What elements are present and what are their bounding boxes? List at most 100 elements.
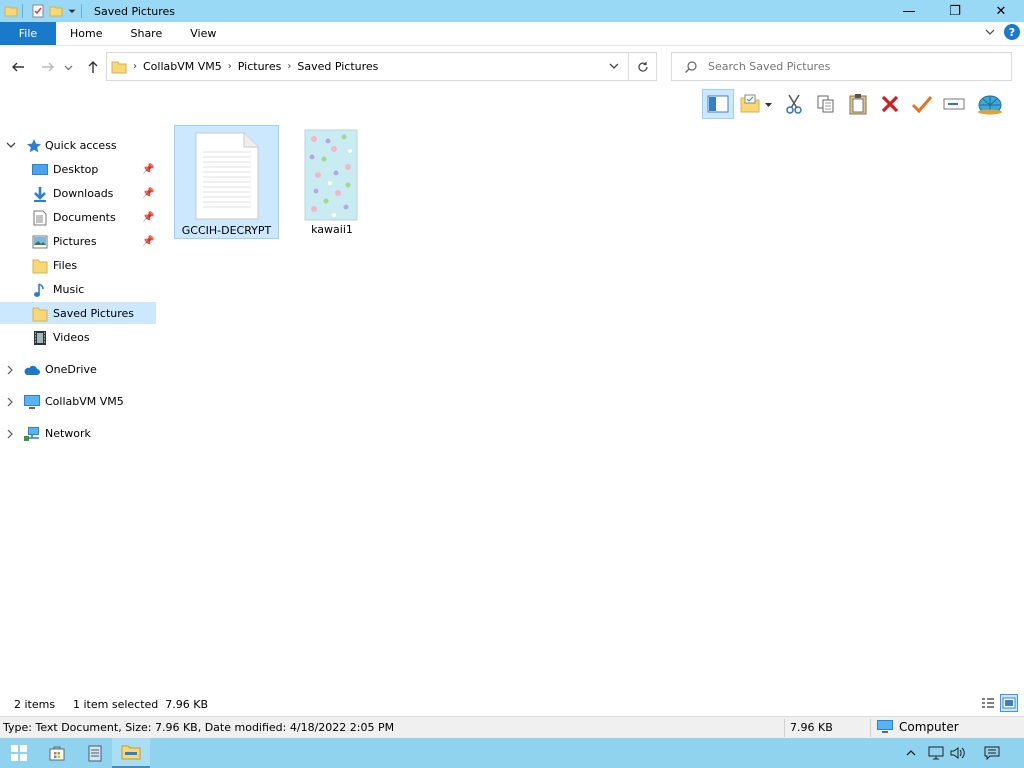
file-item[interactable]: GCCIH-DECRYPT: [174, 125, 279, 239]
selection-info: 1 item selected 7.96 KB: [73, 697, 209, 711]
delete-button[interactable]: [874, 89, 906, 119]
address-history-icon[interactable]: [608, 60, 620, 72]
new-folder-icon[interactable]: [49, 4, 63, 18]
nav-network[interactable]: Network: [0, 422, 156, 444]
arrow-left-icon: [12, 62, 24, 72]
breadcrumb-saved-pictures[interactable]: Saved Pictures: [297, 60, 378, 73]
chevron-down-icon: [6, 142, 16, 148]
folder-icon: [32, 307, 48, 322]
windows-logo-icon: [11, 745, 27, 761]
taskbar-notepad[interactable]: [76, 738, 114, 768]
details-bar: Type: Text Document, Size: 7.96 KB, Date…: [0, 716, 1024, 738]
forward-button[interactable]: [37, 56, 59, 78]
nav-documents[interactable]: Documents 📌: [0, 206, 156, 228]
nav-label: Network: [45, 426, 91, 440]
breadcrumb-separator: ›: [133, 61, 137, 72]
chevron-down-icon: [764, 102, 772, 107]
refresh-icon: [637, 61, 648, 72]
quick-access-toolbar: [0, 0, 86, 22]
tab-home[interactable]: Home: [56, 22, 116, 45]
check-button[interactable]: [906, 89, 938, 119]
breadcrumb-collabvm[interactable]: CollabVM VM5: [143, 60, 222, 73]
preview-pane-button[interactable]: [702, 89, 734, 119]
show-hidden-icons-button[interactable]: [904, 738, 918, 768]
nav-label: Downloads: [53, 186, 114, 200]
start-button[interactable]: [0, 738, 38, 768]
taskbar-store[interactable]: [38, 738, 76, 768]
new-folder-icon: [740, 94, 759, 113]
nav-files[interactable]: Files: [0, 254, 156, 276]
chevron-up-icon: [906, 750, 916, 756]
search-box[interactable]: [671, 52, 1012, 81]
copy-icon: [817, 95, 834, 113]
paste-icon: [849, 94, 867, 115]
minimize-button[interactable]: —: [886, 0, 932, 22]
separator: [870, 719, 871, 737]
new-folder-button[interactable]: [734, 89, 778, 119]
nav-music[interactable]: Music: [0, 278, 156, 300]
breadcrumb-separator: ›: [227, 61, 232, 72]
chevron-down-icon[interactable]: [984, 26, 996, 38]
search-input[interactable]: [708, 60, 998, 73]
file-name: GCCIH-DECRYPT: [181, 224, 272, 237]
network-status-button[interactable]: [926, 738, 946, 768]
nav-pictures[interactable]: Pictures 📌: [0, 230, 156, 252]
network-status-icon: [928, 746, 944, 760]
nav-videos[interactable]: Videos: [0, 326, 156, 348]
document-icon: [33, 210, 47, 226]
download-icon: [34, 187, 46, 202]
computer-icon: [877, 720, 893, 733]
nav-saved-pictures[interactable]: Saved Pictures: [0, 302, 156, 324]
help-button[interactable]: ?: [1004, 24, 1020, 40]
tab-file[interactable]: File: [0, 22, 56, 45]
nav-onedrive[interactable]: OneDrive: [0, 358, 156, 380]
breadcrumb-pictures[interactable]: Pictures: [238, 60, 282, 73]
address-bar[interactable]: › CollabVM VM5 › Pictures › Saved Pictur…: [106, 52, 657, 81]
shell-button[interactable]: [974, 89, 1006, 119]
copy-button[interactable]: [810, 89, 842, 119]
navigation-pane: Quick access Desktop 📌 Downloads 📌 Docum…: [0, 124, 160, 694]
cut-button[interactable]: [778, 89, 810, 119]
details-view-button[interactable]: [979, 694, 997, 712]
pin-icon: 📌: [142, 187, 155, 199]
taskbar-file-explorer[interactable]: [112, 738, 150, 768]
back-button[interactable]: [7, 56, 29, 78]
status-bar: 2 items 1 item selected 7.96 KB: [0, 694, 1024, 714]
up-button[interactable]: [82, 56, 104, 78]
nav-label: OneDrive: [45, 362, 97, 376]
action-center-button[interactable]: [980, 738, 1004, 768]
nav-downloads[interactable]: Downloads 📌: [0, 182, 156, 204]
separator: [81, 4, 82, 18]
nav-this-pc[interactable]: CollabVM VM5: [0, 390, 156, 412]
notepad-icon: [88, 745, 102, 762]
computer-icon: [24, 395, 40, 409]
nav-desktop[interactable]: Desktop 📌: [0, 158, 156, 180]
file-size: 7.96 KB: [790, 721, 833, 734]
nav-quick-access[interactable]: Quick access: [0, 134, 156, 156]
recent-locations-button[interactable]: [61, 56, 75, 78]
file-item[interactable]: kawaii1: [280, 125, 384, 239]
large-icons-view-button[interactable]: [1000, 694, 1018, 712]
cut-icon: [786, 94, 802, 114]
rename-button[interactable]: [938, 89, 970, 119]
customize-toolbar-icon[interactable]: [67, 4, 77, 18]
star-icon: [27, 139, 41, 153]
close-button[interactable]: ✕: [978, 0, 1024, 22]
refresh-button[interactable]: [628, 53, 656, 80]
paste-button[interactable]: [842, 89, 874, 119]
nav-label: CollabVM VM5: [45, 394, 124, 408]
delete-icon: [881, 95, 899, 113]
maximize-button[interactable]: ❐: [932, 0, 978, 22]
properties-icon[interactable]: [31, 4, 45, 18]
chevron-right-icon: [7, 397, 13, 407]
tab-share[interactable]: Share: [116, 22, 176, 45]
file-details: Type: Text Document, Size: 7.96 KB, Date…: [3, 721, 395, 734]
ribbon-tabs: File Home Share View ?: [0, 22, 1024, 46]
chevron-right-icon: [7, 365, 13, 375]
pictures-icon: [32, 235, 48, 249]
notification-icon: [984, 746, 1000, 760]
tab-view[interactable]: View: [176, 22, 230, 45]
volume-button[interactable]: [948, 738, 968, 768]
chevron-right-icon: [7, 429, 13, 439]
check-icon: [911, 96, 933, 114]
